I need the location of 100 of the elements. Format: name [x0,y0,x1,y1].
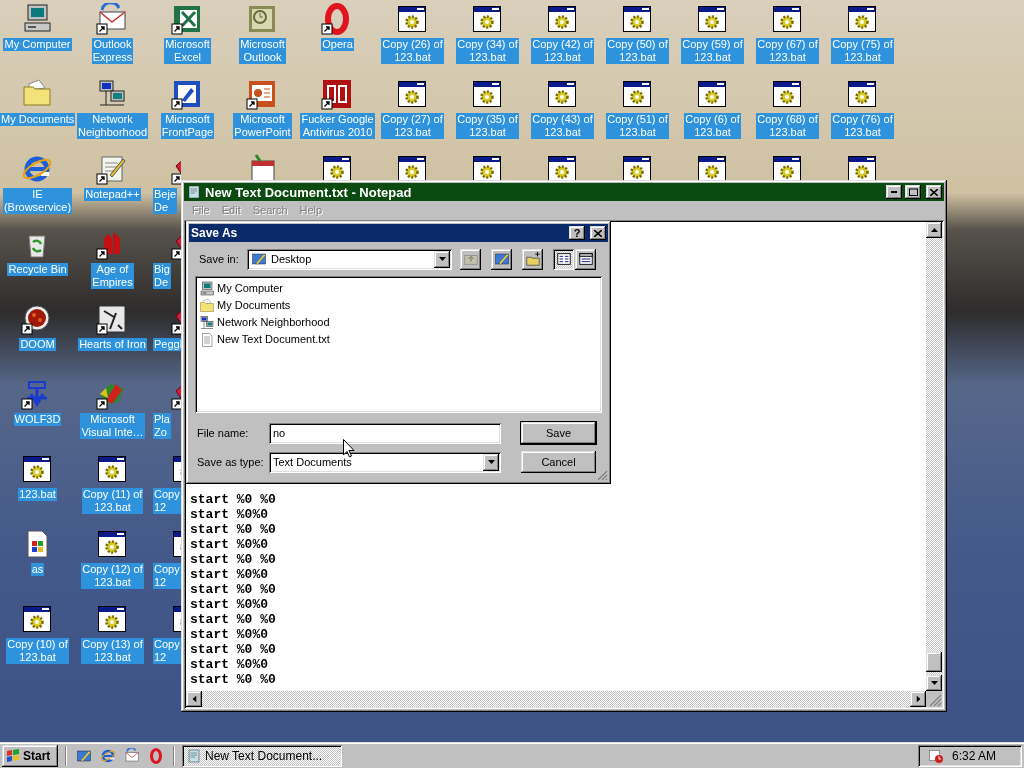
square-logo-icon[interactable] [321,78,353,110]
help-button[interactable]: ? [569,226,585,240]
notepad-icon[interactable] [96,153,128,185]
icon-label[interactable]: Copy 12 [153,638,181,664]
window-gear-icon[interactable] [771,3,803,35]
window-gear-icon[interactable] [846,78,878,110]
window-gear-icon[interactable] [21,603,53,635]
window-gear-icon[interactable] [621,3,653,35]
window-gear-icon[interactable] [96,603,128,635]
icon-label[interactable]: 123.bat [18,488,57,501]
slide-icon[interactable] [246,78,278,110]
envelope-icon[interactable] [96,3,128,35]
icon-label[interactable]: Copy (27) of 123.bat [381,113,444,139]
browser-icon[interactable] [100,748,116,764]
icon-label[interactable]: Copy (75) of 123.bat [831,38,894,64]
file-list[interactable]: My Computer My Documents Network Neighborhood New Text Document.txt [195,276,602,413]
icon-label[interactable]: Network Neighborhood [76,113,149,139]
scroll-thumb[interactable] [926,652,942,672]
window-gear-icon[interactable] [621,78,653,110]
window-gear-icon[interactable] [696,78,728,110]
spreadsheet-icon[interactable] [171,3,203,35]
icon-label[interactable]: Copy (11) of 123.bat [81,488,144,514]
icon-label[interactable]: My Computer [3,38,72,51]
window-gear-icon[interactable] [471,3,503,35]
icon-label[interactable]: Age of Empires [91,263,134,289]
file-name[interactable]: New Text Document.txt [217,333,330,346]
resize-grip-icon[interactable] [926,691,942,707]
list-view-button[interactable] [553,248,574,270]
sketch-picture-icon[interactable] [96,303,128,335]
window-gear-icon[interactable] [396,3,428,35]
window-gear-icon[interactable] [321,153,353,180]
icon-label[interactable]: Copy 12 [153,563,181,589]
window-gear-icon[interactable] [96,528,128,560]
save-as-type-dropdown[interactable]: Text Documents [269,451,501,473]
save-in-dropdown[interactable]: Desktop [247,248,452,270]
icon-label[interactable]: Pla Zo [153,413,171,439]
icon-label[interactable]: Copy (34) of 123.bat [456,38,519,64]
icon-label[interactable]: Copy (12) of 123.bat [81,563,144,589]
icon-label[interactable]: Beje De [153,188,178,214]
icon-label[interactable]: Copy (35) of 123.bat [456,113,519,139]
icon-label[interactable]: Copy (50) of 123.bat [606,38,669,64]
desktop-icon[interactable] [76,748,92,764]
icon-label[interactable]: WOLF3D [13,413,62,426]
window-gear-icon[interactable] [621,153,653,180]
icon-label[interactable]: Copy (59) of 123.bat [681,38,744,64]
scroll-down-button[interactable] [926,675,942,691]
icon-label[interactable]: Microsoft Visual Inte… [80,413,145,439]
icon-label[interactable]: Copy (68) of 123.bat [756,113,819,139]
icon-label[interactable]: Copy (51) of 123.bat [606,113,669,139]
icon-label[interactable]: Copy (6) of 123.bat [684,113,741,139]
window-gear-icon[interactable] [546,3,578,35]
icon-label[interactable]: Copy (43) of 123.bat [531,113,594,139]
vertical-scrollbar[interactable] [926,222,942,691]
window-gear-icon[interactable] [846,153,878,180]
icon-label[interactable]: Peggl [153,338,184,351]
icon-label[interactable]: Copy (10) of 123.bat [6,638,69,664]
icon-label[interactable]: Recycle Bin [7,263,68,276]
file-name-field[interactable]: no [269,422,501,444]
icon-label[interactable]: DOOM [19,338,56,351]
icon-label[interactable]: Copy (13) of 123.bat [81,638,144,664]
taskbar-button[interactable]: New Text Document... [182,745,342,767]
icon-label[interactable]: Hearts of Iron [78,338,147,351]
window-gear-icon[interactable] [396,78,428,110]
dialog-button[interactable]: Cancel [521,451,596,473]
scroll-left-button[interactable] [186,691,202,707]
icon-label[interactable]: Copy (42) of 123.bat [531,38,594,64]
window-gear-icon[interactable] [546,153,578,180]
icon-label[interactable]: Copy (76) of 123.bat [831,113,894,139]
close-button[interactable] [926,185,942,199]
window-gear-icon[interactable] [846,3,878,35]
resize-grip-icon[interactable] [596,469,608,481]
window-gear-icon[interactable] [546,78,578,110]
file-name[interactable]: My Computer [217,282,284,295]
file-name[interactable]: Network Neighborhood [217,316,330,329]
icon-label[interactable]: Outlook Express [91,38,134,64]
icon-label[interactable]: Copy (26) of 123.bat [381,38,444,64]
framed-page-icon[interactable] [171,78,203,110]
icon-label[interactable]: IE (Browservice) [2,188,73,214]
window-gear-icon[interactable] [771,153,803,180]
maximize-button[interactable] [905,185,921,199]
details-view-button[interactable] [575,248,596,270]
window-gear-icon[interactable] [696,153,728,180]
icon-label[interactable]: Big De [153,263,171,289]
window-gear-icon[interactable] [471,153,503,180]
window-gear-icon[interactable] [96,453,128,485]
icon-label[interactable]: Fucker Google Antivirus 2010 [300,113,375,139]
file-name[interactable]: My Documents [217,299,291,312]
start-button[interactable]: Start [2,745,58,767]
close-button[interactable] [590,226,606,240]
window-gear-icon[interactable] [396,153,428,180]
window-gear-icon[interactable] [696,3,728,35]
icon-label[interactable]: Notepad++ [84,188,141,201]
new-folder-button[interactable] [522,248,543,270]
scroll-up-button[interactable] [926,222,942,238]
scroll-right-button[interactable] [910,691,926,707]
clock-icon[interactable] [246,3,278,35]
minimize-button[interactable] [886,185,902,199]
round-emblem-icon[interactable] [21,303,53,335]
dialog-button[interactable]: Save [521,422,596,444]
envelope-icon[interactable] [124,748,140,764]
